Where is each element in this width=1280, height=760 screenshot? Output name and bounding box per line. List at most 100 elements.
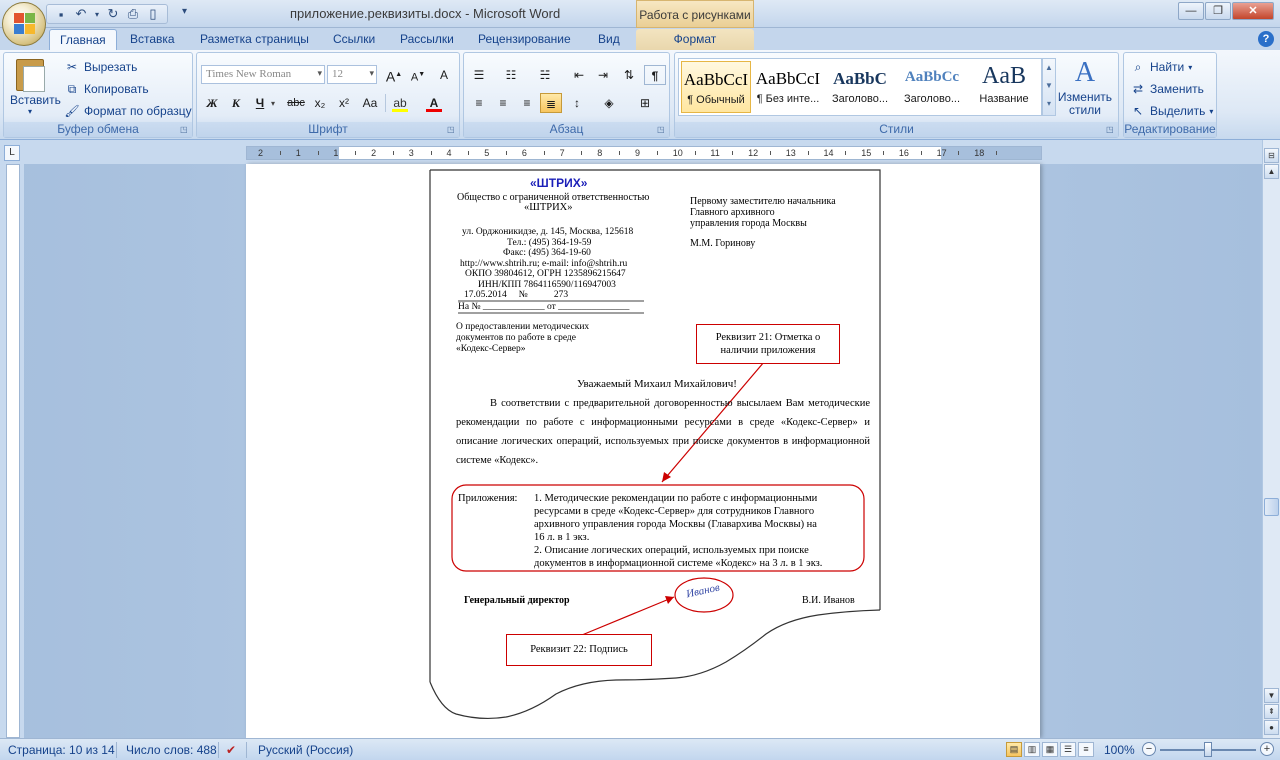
select-button[interactable]: ↖ Выделить ▾ bbox=[1130, 103, 1213, 119]
cut-button[interactable]: ✂ Вырезать bbox=[64, 59, 137, 75]
inserted-picture[interactable]: «ШТРИХ» Общество с ограниченной ответств… bbox=[246, 164, 1040, 738]
print-layout-view-icon[interactable]: ▤ bbox=[1006, 742, 1022, 757]
bullets-icon[interactable]: ☰ bbox=[468, 65, 490, 85]
customize-qat-icon[interactable]: ▾ bbox=[182, 6, 187, 17]
find-button[interactable]: ⌕ Найти ▾ bbox=[1130, 59, 1193, 75]
print-preview-icon[interactable]: ⎙ bbox=[125, 6, 141, 22]
styles-launcher-icon[interactable]: ◳ bbox=[1106, 125, 1116, 135]
font-size-combo[interactable]: 12 ▾ bbox=[327, 65, 377, 84]
tab-home[interactable]: Главная bbox=[49, 29, 117, 50]
style-no-spacing[interactable]: AaBbCcI ¶ Без инте... bbox=[753, 61, 823, 113]
style-heading-2[interactable]: AaBbCc Заголово... bbox=[897, 61, 967, 113]
language-indicator[interactable]: Русский (Россия) bbox=[258, 743, 353, 757]
scroll-up-icon[interactable]: ▲ bbox=[1264, 164, 1279, 179]
tab-selector-icon[interactable]: L bbox=[4, 145, 20, 161]
tab-view[interactable]: Вид bbox=[588, 29, 630, 50]
superscript-button[interactable]: x² bbox=[333, 93, 355, 113]
replace-button[interactable]: ⇄ Заменить bbox=[1130, 81, 1204, 97]
style-normal[interactable]: AaBbCcI ¶ Обычный bbox=[681, 61, 751, 113]
shrink-font-button[interactable]: A▼ bbox=[407, 65, 429, 85]
zoom-out-icon[interactable]: − bbox=[1142, 742, 1156, 756]
zoom-level[interactable]: 100% bbox=[1104, 743, 1135, 757]
tab-format[interactable]: Формат bbox=[636, 29, 754, 50]
copy-button[interactable]: ⧉ Копировать bbox=[64, 81, 149, 97]
tab-mailings[interactable]: Рассылки bbox=[390, 29, 464, 50]
underline-dropdown-icon[interactable]: ▾ bbox=[271, 99, 275, 108]
tab-insert[interactable]: Вставка bbox=[120, 29, 185, 50]
page-counter[interactable]: Страница: 10 из 14 bbox=[8, 743, 115, 757]
web-layout-icon[interactable]: ▦ bbox=[1042, 742, 1058, 757]
chevron-up-icon[interactable]: ▲ bbox=[1043, 59, 1055, 77]
zoom-slider-thumb[interactable] bbox=[1204, 742, 1212, 757]
previous-page-icon[interactable]: ⇞ bbox=[1264, 704, 1279, 719]
new-doc-icon[interactable]: ▯ bbox=[145, 6, 161, 22]
chevron-down-icon[interactable]: ▼ bbox=[1043, 77, 1055, 95]
sort-icon[interactable]: ⇅ bbox=[618, 65, 640, 85]
close-button[interactable]: ✕ bbox=[1232, 2, 1274, 20]
scroll-thumb[interactable] bbox=[1264, 498, 1279, 516]
grow-font-button[interactable]: A▲ bbox=[383, 65, 405, 85]
office-button[interactable] bbox=[2, 2, 46, 46]
spelling-check-icon[interactable]: ✔ bbox=[226, 743, 236, 757]
multilevel-list-icon[interactable]: ☵ bbox=[534, 65, 556, 85]
paste-button[interactable]: Вставить ▾ bbox=[10, 59, 61, 116]
help-icon[interactable]: ? bbox=[1258, 31, 1274, 47]
paragraph-launcher-icon[interactable]: ◳ bbox=[657, 125, 667, 135]
recipient-line3: управления города Москвы bbox=[690, 218, 807, 229]
align-right-icon[interactable]: ≡ bbox=[516, 93, 538, 113]
clear-format-button[interactable]: A bbox=[433, 65, 455, 85]
numbering-icon[interactable]: ☷ bbox=[500, 65, 522, 85]
style-title[interactable]: AaB Название bbox=[969, 61, 1039, 113]
clipboard-launcher-icon[interactable]: ◳ bbox=[180, 125, 190, 135]
tab-references[interactable]: Ссылки bbox=[323, 29, 385, 50]
strikethrough-button[interactable]: abc bbox=[285, 93, 307, 113]
org-line2: «ШТРИХ» bbox=[524, 202, 573, 213]
word-count[interactable]: Число слов: 488 bbox=[126, 743, 217, 757]
undo-icon[interactable]: ↶ bbox=[73, 6, 89, 22]
draft-view-icon[interactable]: ≡ bbox=[1078, 742, 1094, 757]
replace-label: Заменить bbox=[1150, 82, 1204, 96]
horizontal-ruler[interactable]: 2 1 1 2 3 4 5 6 7 8 9 10 11 12 13 14 15 16 17 18 bbox=[246, 146, 1042, 160]
align-center-icon[interactable]: ≡ bbox=[492, 93, 514, 113]
tab-page-layout[interactable]: Разметка страницы bbox=[190, 29, 319, 50]
show-marks-icon[interactable]: ¶ bbox=[644, 65, 666, 85]
dropdown-icon[interactable]: ▾ bbox=[93, 10, 101, 19]
italic-button[interactable]: К bbox=[225, 93, 247, 113]
format-painter-button[interactable]: 🖌 Формат по образцу bbox=[64, 103, 191, 119]
justify-icon[interactable]: ≣ bbox=[540, 93, 562, 113]
zoom-in-icon[interactable]: + bbox=[1260, 742, 1274, 756]
borders-icon[interactable]: ⊞ bbox=[634, 93, 656, 113]
highlight-color-icon[interactable]: ab bbox=[389, 93, 411, 113]
tab-review[interactable]: Рецензирование bbox=[468, 29, 581, 50]
style-heading-1[interactable]: AaBbC Заголово... bbox=[825, 61, 895, 113]
styles-group-label: Стили bbox=[675, 122, 1118, 137]
maximize-button[interactable]: ❐ bbox=[1205, 2, 1231, 20]
outline-view-icon[interactable]: ☰ bbox=[1060, 742, 1076, 757]
vertical-ruler[interactable] bbox=[6, 164, 20, 738]
document-page[interactable]: «ШТРИХ» Общество с ограниченной ответств… bbox=[246, 164, 1040, 738]
vertical-scrollbar[interactable]: ⊟ ▲ ▼ ⇞ ● bbox=[1262, 140, 1280, 738]
save-icon[interactable]: ▪ bbox=[53, 7, 69, 22]
increase-indent-icon[interactable]: ⇥ bbox=[592, 65, 614, 85]
styles-gallery-scroll[interactable]: ▲ ▼ ▾ bbox=[1042, 58, 1056, 116]
select-browse-object-icon[interactable]: ● bbox=[1264, 720, 1279, 735]
full-screen-reading-icon[interactable]: ▥ bbox=[1024, 742, 1040, 757]
decrease-indent-icon[interactable]: ⇤ bbox=[568, 65, 590, 85]
scroll-down-icon[interactable]: ▼ bbox=[1264, 688, 1279, 703]
underline-button[interactable]: Ч bbox=[249, 93, 271, 113]
ruler-toggle-icon[interactable]: ⊟ bbox=[1264, 148, 1279, 163]
font-name-combo[interactable]: Times New Roman ▾ bbox=[201, 65, 325, 84]
font-launcher-icon[interactable]: ◳ bbox=[447, 125, 457, 135]
line-spacing-icon[interactable]: ↕ bbox=[566, 93, 588, 113]
subscript-button[interactable]: x₂ bbox=[309, 93, 331, 113]
more-icon[interactable]: ▾ bbox=[1043, 95, 1055, 113]
ruler-tick bbox=[694, 151, 696, 155]
shading-icon[interactable]: ◈ bbox=[598, 93, 620, 113]
redo-icon[interactable]: ↻ bbox=[105, 6, 121, 22]
bold-button[interactable]: Ж bbox=[201, 93, 223, 113]
minimize-button[interactable]: — bbox=[1178, 2, 1204, 20]
change-case-button[interactable]: Aa bbox=[357, 93, 383, 113]
font-color-icon[interactable]: A bbox=[423, 93, 445, 113]
align-left-icon[interactable]: ≡ bbox=[468, 93, 490, 113]
change-styles-button[interactable]: A Изменить стили bbox=[1057, 57, 1113, 117]
